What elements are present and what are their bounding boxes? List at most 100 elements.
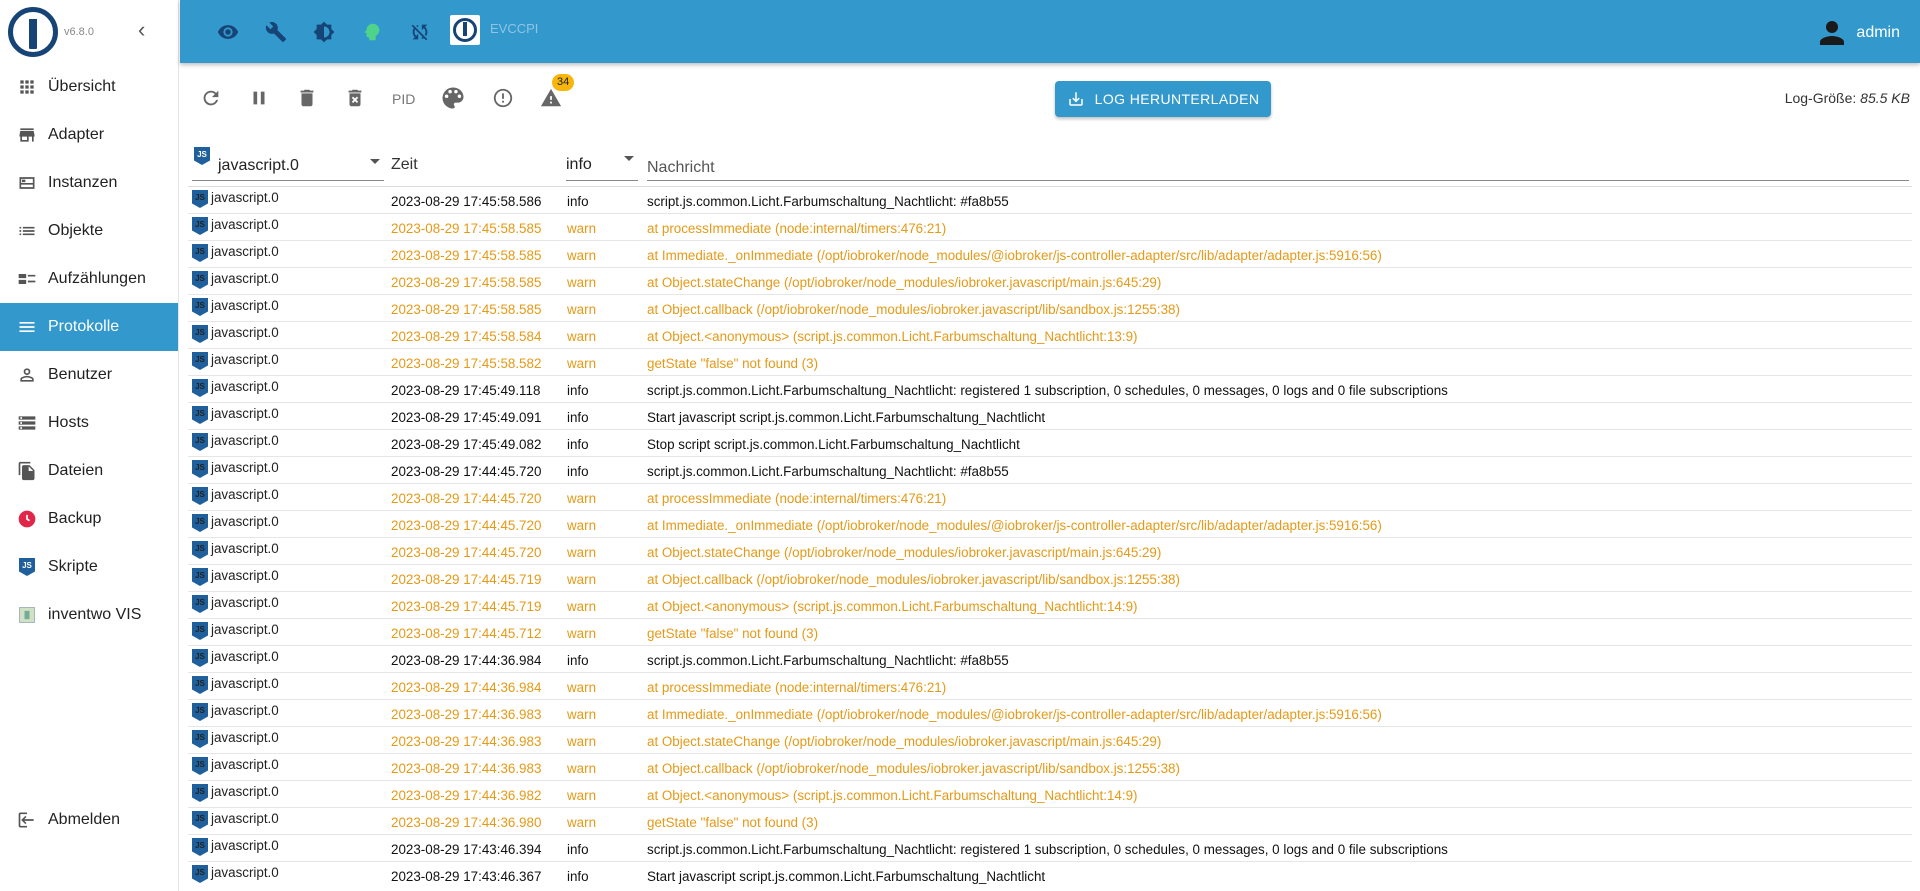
log-source: JS javascript.0: [192, 270, 279, 289]
brightness-icon[interactable]: [312, 20, 336, 44]
log-source: JS javascript.0: [192, 675, 279, 694]
iobroker-logo[interactable]: [8, 7, 58, 57]
sidebar-item-label: Objekte: [48, 222, 104, 239]
log-time: 2023-08-29 17:44:36.984: [391, 680, 542, 695]
log-row[interactable]: JS javascript.0 2023-08-29 17:44:36.982 war…: [188, 781, 1912, 808]
sidebar-item-label: Hosts: [48, 414, 89, 431]
log-size: Log-Größe: 85.5 KB: [1785, 90, 1910, 106]
log-row[interactable]: JS javascript.0 2023-08-29 17:45:49.082 inf…: [188, 430, 1912, 457]
error-outline-icon[interactable]: [490, 85, 516, 111]
log-time: 2023-08-29 17:44:45.719: [391, 572, 542, 587]
javascript-icon: JS: [192, 514, 208, 532]
log-time: 2023-08-29 17:45:58.585: [391, 275, 542, 290]
palette-icon[interactable]: [438, 83, 468, 113]
log-source: JS javascript.0: [192, 810, 279, 829]
log-message: at Object.callback (/opt/iobroker/node_m…: [647, 302, 1180, 317]
log-source-label: javascript.0: [211, 352, 279, 367]
sidebar-item-adapter[interactable]: Adapter: [0, 111, 178, 159]
sidebar-item-dateien[interactable]: Dateien: [0, 447, 178, 495]
log-row[interactable]: JS javascript.0 2023-08-29 17:45:49.091 inf…: [188, 403, 1912, 430]
log-row[interactable]: JS javascript.0 2023-08-29 17:44:45.712 war…: [188, 619, 1912, 646]
log-row[interactable]: JS javascript.0 2023-08-29 17:45:58.585 war…: [188, 268, 1912, 295]
log-source: JS javascript.0: [192, 324, 279, 343]
log-row[interactable]: JS javascript.0 2023-08-29 17:45:58.585 war…: [188, 295, 1912, 322]
log-row[interactable]: JS javascript.0 2023-08-29 17:43:46.367 inf…: [188, 862, 1912, 886]
log-source: JS javascript.0: [192, 540, 279, 559]
log-row[interactable]: JS javascript.0 2023-08-29 17:44:36.984 war…: [188, 673, 1912, 700]
log-row[interactable]: JS javascript.0 2023-08-29 17:44:36.980 war…: [188, 808, 1912, 835]
adapter-filter-select[interactable]: JS javascript.0: [192, 143, 384, 181]
menu-lines-icon: [16, 316, 38, 338]
log-message: at Object.<anonymous> (script.js.common.…: [647, 599, 1138, 614]
sidebar-item-label: Aufzählungen: [48, 270, 146, 287]
log-row[interactable]: JS javascript.0 2023-08-29 17:45:58.584 war…: [188, 322, 1912, 349]
log-row[interactable]: JS javascript.0 2023-08-29 17:43:46.394 inf…: [188, 835, 1912, 862]
account-icon: [1820, 21, 1845, 45]
log-message: getState "false" not found (3): [647, 815, 819, 830]
log-row[interactable]: JS javascript.0 2023-08-29 17:45:58.585 war…: [188, 214, 1912, 241]
sidebar-item-objekte[interactable]: Objekte: [0, 207, 178, 255]
sidebar-item-benutzer[interactable]: Benutzer: [0, 351, 178, 399]
log-table[interactable]: JS javascript.0 2023-08-29 17:45:58.586 inf…: [188, 186, 1912, 886]
log-size-label: Log-Größe:: [1784, 90, 1857, 106]
log-row[interactable]: JS javascript.0 2023-08-29 17:44:36.984 inf…: [188, 646, 1912, 673]
log-source-label: javascript.0: [211, 244, 279, 259]
pid-toggle[interactable]: PID: [392, 91, 415, 107]
sidebar-item-aufzählungen[interactable]: Aufzählungen: [0, 255, 178, 303]
sidebar-item-protokolle[interactable]: Protokolle: [0, 303, 178, 351]
log-row[interactable]: JS javascript.0 2023-08-29 17:44:45.720 war…: [188, 538, 1912, 565]
sidebar-item-label: Übersicht: [48, 78, 116, 95]
sidebar-item-hosts[interactable]: Hosts: [0, 399, 178, 447]
pause-icon[interactable]: [246, 85, 272, 111]
log-time: 2023-08-29 17:44:45.719: [391, 599, 542, 614]
sidebar-item-skripte[interactable]: JS Skripte: [0, 543, 178, 591]
log-row[interactable]: JS javascript.0 2023-08-29 17:45:58.585 war…: [188, 241, 1912, 268]
log-row[interactable]: JS javascript.0 2023-08-29 17:44:45.720 war…: [188, 511, 1912, 538]
severity-filter-select[interactable]: info: [566, 143, 638, 181]
delete-icon[interactable]: [294, 85, 320, 111]
log-row[interactable]: JS javascript.0 2023-08-29 17:44:45.719 war…: [188, 592, 1912, 619]
log-message: Start javascript script.js.common.Licht.…: [647, 869, 1046, 884]
log-row[interactable]: JS javascript.0 2023-08-29 17:44:36.983 war…: [188, 727, 1912, 754]
wrench-icon[interactable]: [264, 20, 288, 44]
delete-forever-icon[interactable]: [342, 85, 368, 111]
log-row[interactable]: JS javascript.0 2023-08-29 17:44:36.983 war…: [188, 700, 1912, 727]
host-logo[interactable]: [450, 15, 480, 45]
sync-off-icon[interactable]: [408, 20, 432, 44]
sidebar-item-übersicht[interactable]: Übersicht: [0, 63, 178, 111]
sidebar-item-label: Skripte: [48, 558, 98, 575]
refresh-icon[interactable]: [198, 85, 224, 111]
log-source-label: javascript.0: [211, 730, 279, 745]
log-message: at Object.stateChange (/opt/iobroker/nod…: [647, 734, 1162, 749]
log-row[interactable]: JS javascript.0 2023-08-29 17:44:45.719 war…: [188, 565, 1912, 592]
sidebar-item-logout[interactable]: Abmelden: [0, 796, 179, 844]
javascript-icon: JS: [194, 147, 210, 165]
log-time: 2023-08-29 17:44:45.720: [391, 464, 542, 479]
warning-count-badge: 34: [552, 74, 575, 91]
sidebar-item-inventwo-vis[interactable]: inventwo VIS: [0, 591, 178, 639]
sidebar-item-instanzen[interactable]: Instanzen: [0, 159, 178, 207]
log-source-label: javascript.0: [211, 865, 279, 880]
expert-mode-icon[interactable]: [360, 20, 384, 44]
log-row[interactable]: JS javascript.0 2023-08-29 17:45:58.586 inf…: [188, 187, 1912, 214]
javascript-icon: JS: [192, 622, 208, 640]
log-row[interactable]: JS javascript.0 2023-08-29 17:45:49.118 inf…: [188, 376, 1912, 403]
log-severity: warn: [567, 329, 597, 344]
download-log-button[interactable]: LOG HERUNTERLADEN: [1055, 81, 1271, 117]
adapter-filter-value: javascript.0: [218, 157, 299, 174]
log-source-label: javascript.0: [211, 271, 279, 286]
log-row[interactable]: JS javascript.0 2023-08-29 17:44:45.720 war…: [188, 484, 1912, 511]
log-row[interactable]: JS javascript.0 2023-08-29 17:44:45.720 inf…: [188, 457, 1912, 484]
log-source-label: javascript.0: [211, 298, 279, 313]
log-source: JS javascript.0: [192, 621, 279, 640]
sidebar-item-backup[interactable]: Backup: [0, 495, 178, 543]
collapse-sidebar-chevron-icon[interactable]: ‹: [138, 18, 145, 42]
sidebar-item-label: Protokolle: [48, 318, 120, 335]
log-row[interactable]: JS javascript.0 2023-08-29 17:45:58.582 war…: [188, 349, 1912, 376]
user-menu[interactable]: admin: [1814, 15, 1900, 51]
log-row[interactable]: JS javascript.0 2023-08-29 17:44:36.983 war…: [188, 754, 1912, 781]
message-filter-input[interactable]: [647, 143, 1909, 181]
eye-icon[interactable]: [216, 20, 240, 44]
log-source: JS javascript.0: [192, 729, 279, 748]
log-source: JS javascript.0: [192, 513, 279, 532]
